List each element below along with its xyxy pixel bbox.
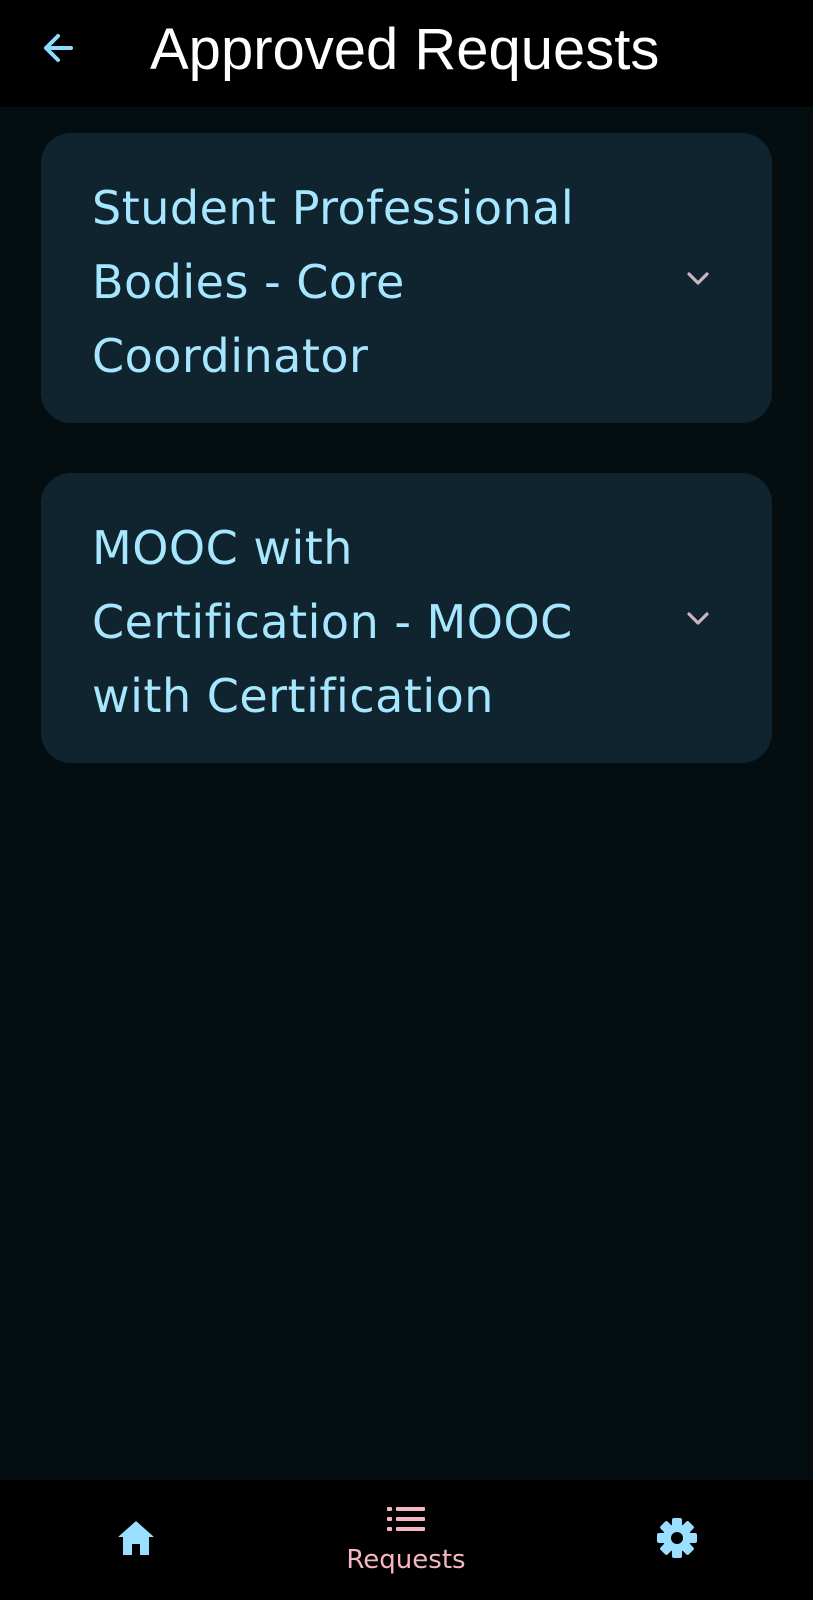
chevron-down-icon[interactable]	[681, 263, 715, 293]
gear-icon	[655, 1516, 699, 1564]
request-card-1[interactable]: Student Professional Bodies - Core Coord…	[41, 133, 772, 423]
chevron-down-icon[interactable]	[681, 603, 715, 633]
nav-home[interactable]	[86, 1480, 186, 1600]
nav-requests[interactable]: Requests	[316, 1480, 496, 1600]
app-bar: Approved Requests	[0, 0, 813, 107]
bottom-navigation: Requests	[0, 1480, 813, 1600]
arrow-left-icon	[38, 28, 78, 72]
request-card-title: MOOC with Certification - MOOC with Cert…	[92, 521, 573, 723]
home-icon	[114, 1518, 158, 1562]
request-card-title: Student Professional Bodies - Core Coord…	[92, 181, 575, 383]
back-button[interactable]	[30, 22, 86, 78]
page-title: Approved Requests	[150, 17, 660, 82]
nav-settings[interactable]	[627, 1480, 727, 1600]
nav-requests-label: Requests	[346, 1545, 466, 1575]
request-card-2[interactable]: MOOC with Certification - MOOC with Cert…	[41, 473, 772, 763]
list-icon	[385, 1504, 427, 1538]
